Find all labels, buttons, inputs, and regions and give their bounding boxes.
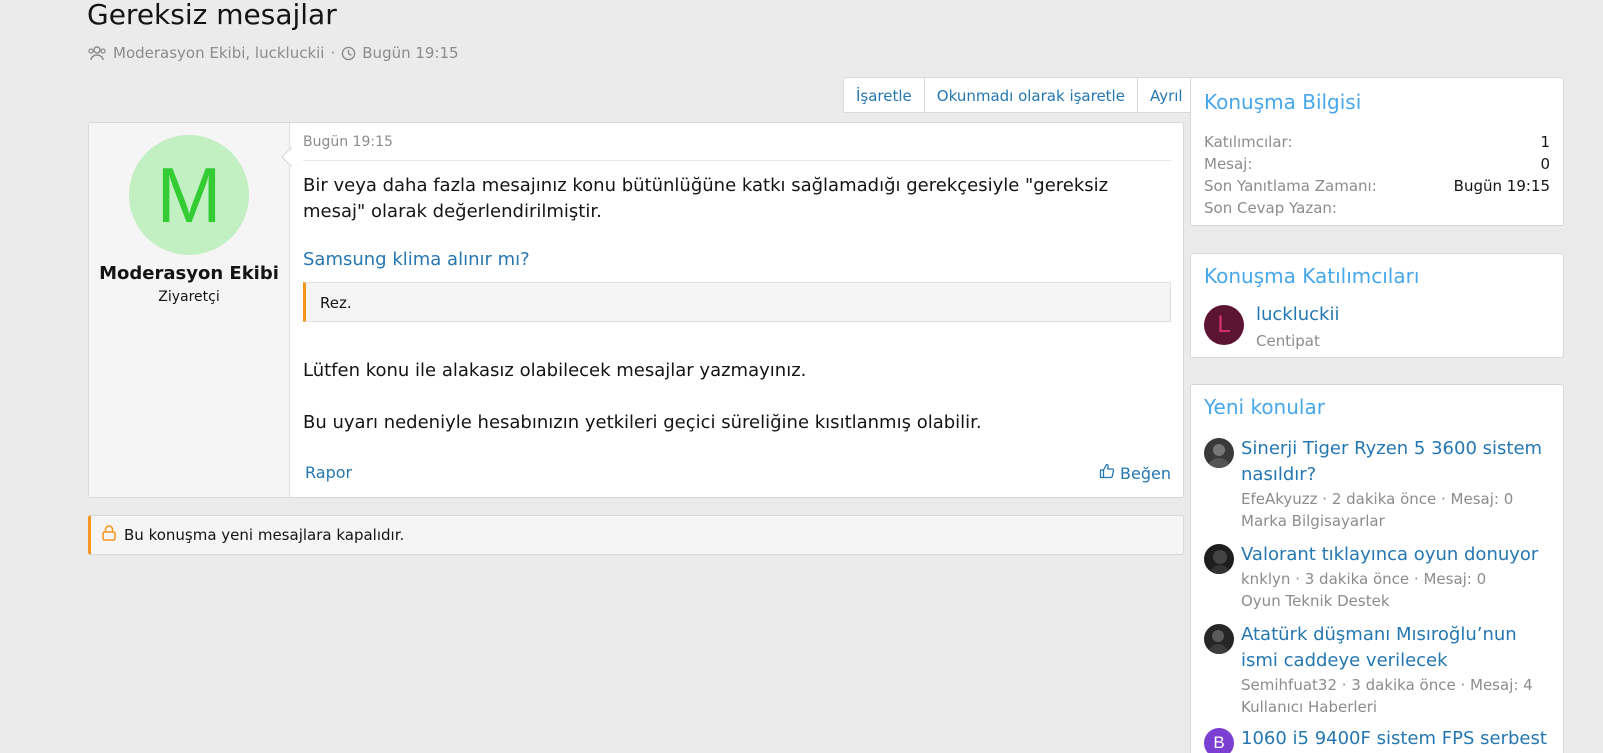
avatar[interactable]: B	[1204, 728, 1234, 753]
thread-title-link[interactable]: Sinerji Tiger Ryzen 5 3600 sistem nasıld…	[1241, 436, 1550, 488]
block-title: Yeni konular	[1204, 395, 1325, 419]
participants-block: Konuşma Katılımcıları L luckluckii Centi…	[1190, 253, 1564, 358]
mark-unread-button[interactable]: Okunmadı olarak işaretle	[925, 78, 1138, 112]
avatar[interactable]	[1204, 624, 1234, 654]
info-row: Katılımcılar: 1	[1204, 133, 1550, 151]
info-row: Mesaj: 0	[1204, 155, 1550, 173]
participant-title: Centipat	[1256, 332, 1320, 350]
list-item: B 1060 i5 9400F sistem FPS serbest	[1204, 726, 1550, 753]
message-text: Lütfen konu ile alakasız olabilecek mesa…	[303, 360, 807, 381]
conversation-meta: Moderasyon Ekibi, luckluckii · Bugün 19:…	[87, 44, 459, 62]
closed-notice-text: Bu konuşma yeni mesajlara kapalıdır.	[124, 526, 405, 544]
message-text: Bu uyarı nedeniyle hesabınızın yetkileri…	[303, 412, 982, 433]
message-arrow-inner	[283, 147, 293, 167]
info-label: Son Yanıtlama Zamanı:	[1204, 177, 1377, 195]
like-button[interactable]: Beğen	[1099, 463, 1171, 483]
leave-button[interactable]: Ayrıl	[1138, 78, 1195, 112]
conversation-actions: İşaretle Okunmadı olarak işaretle Ayrıl	[843, 77, 1196, 113]
thread-meta: Semihfuat32 · 3 dakika önce · Mesaj: 4	[1241, 676, 1533, 694]
info-row: Son Yanıtlama Zamanı: Bugün 19:15	[1204, 177, 1550, 195]
message-text: Bir veya daha fazla mesajınız konu bütün…	[303, 175, 1109, 222]
thread-meta: EfeAkyuzz · 2 dakika önce · Mesaj: 0	[1241, 490, 1514, 508]
thread-title-link[interactable]: 1060 i5 9400F sistem FPS serbest	[1241, 726, 1550, 752]
user-title: Ziyaretçi	[158, 289, 220, 305]
page-title: Gereksiz mesajlar	[87, 0, 337, 31]
author-name[interactable]: Moderasyon Ekibi	[89, 263, 289, 284]
info-label: Mesaj:	[1204, 155, 1253, 173]
message-user: M Moderasyon Ekibi Ziyaretçi	[89, 123, 290, 497]
info-row: Son Cevap Yazan:	[1204, 199, 1550, 217]
list-item: Atatürk düşmanı Mısıroğlu’nun ismi cadde…	[1204, 622, 1550, 722]
new-threads-block: Yeni konular Sinerji Tiger Ryzen 5 3600 …	[1190, 384, 1564, 753]
meta-separator: ·	[330, 44, 336, 62]
info-value: 0	[1540, 155, 1550, 173]
thread-forum[interactable]: Marka Bilgisayarlar	[1241, 510, 1385, 532]
users-icon	[87, 45, 107, 61]
thumbs-up-icon	[1099, 463, 1115, 483]
avatar[interactable]	[1204, 438, 1234, 468]
avatar[interactable]	[1204, 544, 1234, 574]
report-link[interactable]: Rapor	[305, 463, 352, 482]
thread-link[interactable]: Samsung klima alınır mı?	[303, 249, 530, 270]
quote-block: Rez.	[303, 282, 1171, 322]
info-label: Katılımcılar:	[1204, 133, 1293, 151]
info-label: Son Cevap Yazan:	[1204, 199, 1337, 217]
participant-name[interactable]: luckluckii	[1256, 304, 1339, 325]
thread-forum[interactable]: Kullanıcı Haberleri	[1241, 696, 1377, 718]
like-label: Beğen	[1120, 463, 1171, 483]
block-title: Konuşma Bilgisi	[1204, 90, 1362, 114]
thread-forum[interactable]: Oyun Teknik Destek	[1241, 590, 1390, 612]
thread-title-link[interactable]: Valorant tıklayınca oyun donuyor	[1241, 542, 1550, 568]
message-body: Bugün 19:15 Bir veya daha fazla mesajını…	[290, 123, 1183, 497]
info-value: Bugün 19:15	[1453, 177, 1550, 195]
block-title: Konuşma Katılımcıları	[1204, 264, 1420, 288]
conversation-info-block: Konuşma Bilgisi Katılımcılar: 1 Mesaj: 0…	[1190, 77, 1564, 226]
info-value: 1	[1540, 133, 1550, 151]
closed-notice: Bu konuşma yeni mesajlara kapalıdır.	[88, 515, 1184, 555]
lock-icon	[102, 525, 116, 545]
list-item: Valorant tıklayınca oyun donuyor knklyn …	[1204, 542, 1550, 617]
conversation-time[interactable]: Bugün 19:15	[362, 44, 458, 62]
message-date[interactable]: Bugün 19:15	[303, 134, 1171, 161]
clock-icon	[341, 46, 356, 61]
message: M Moderasyon Ekibi Ziyaretçi Bugün 19:15…	[88, 122, 1184, 498]
avatar[interactable]: L	[1204, 305, 1244, 345]
avatar[interactable]: M	[129, 135, 249, 255]
mark-button[interactable]: İşaretle	[844, 78, 925, 112]
thread-meta: knklyn · 3 dakika önce · Mesaj: 0	[1241, 570, 1487, 588]
participants-link[interactable]: Moderasyon Ekibi, luckluckii	[113, 44, 324, 62]
list-item: Sinerji Tiger Ryzen 5 3600 sistem nasıld…	[1204, 436, 1550, 536]
thread-title-link[interactable]: Atatürk düşmanı Mısıroğlu’nun ismi cadde…	[1241, 622, 1550, 674]
